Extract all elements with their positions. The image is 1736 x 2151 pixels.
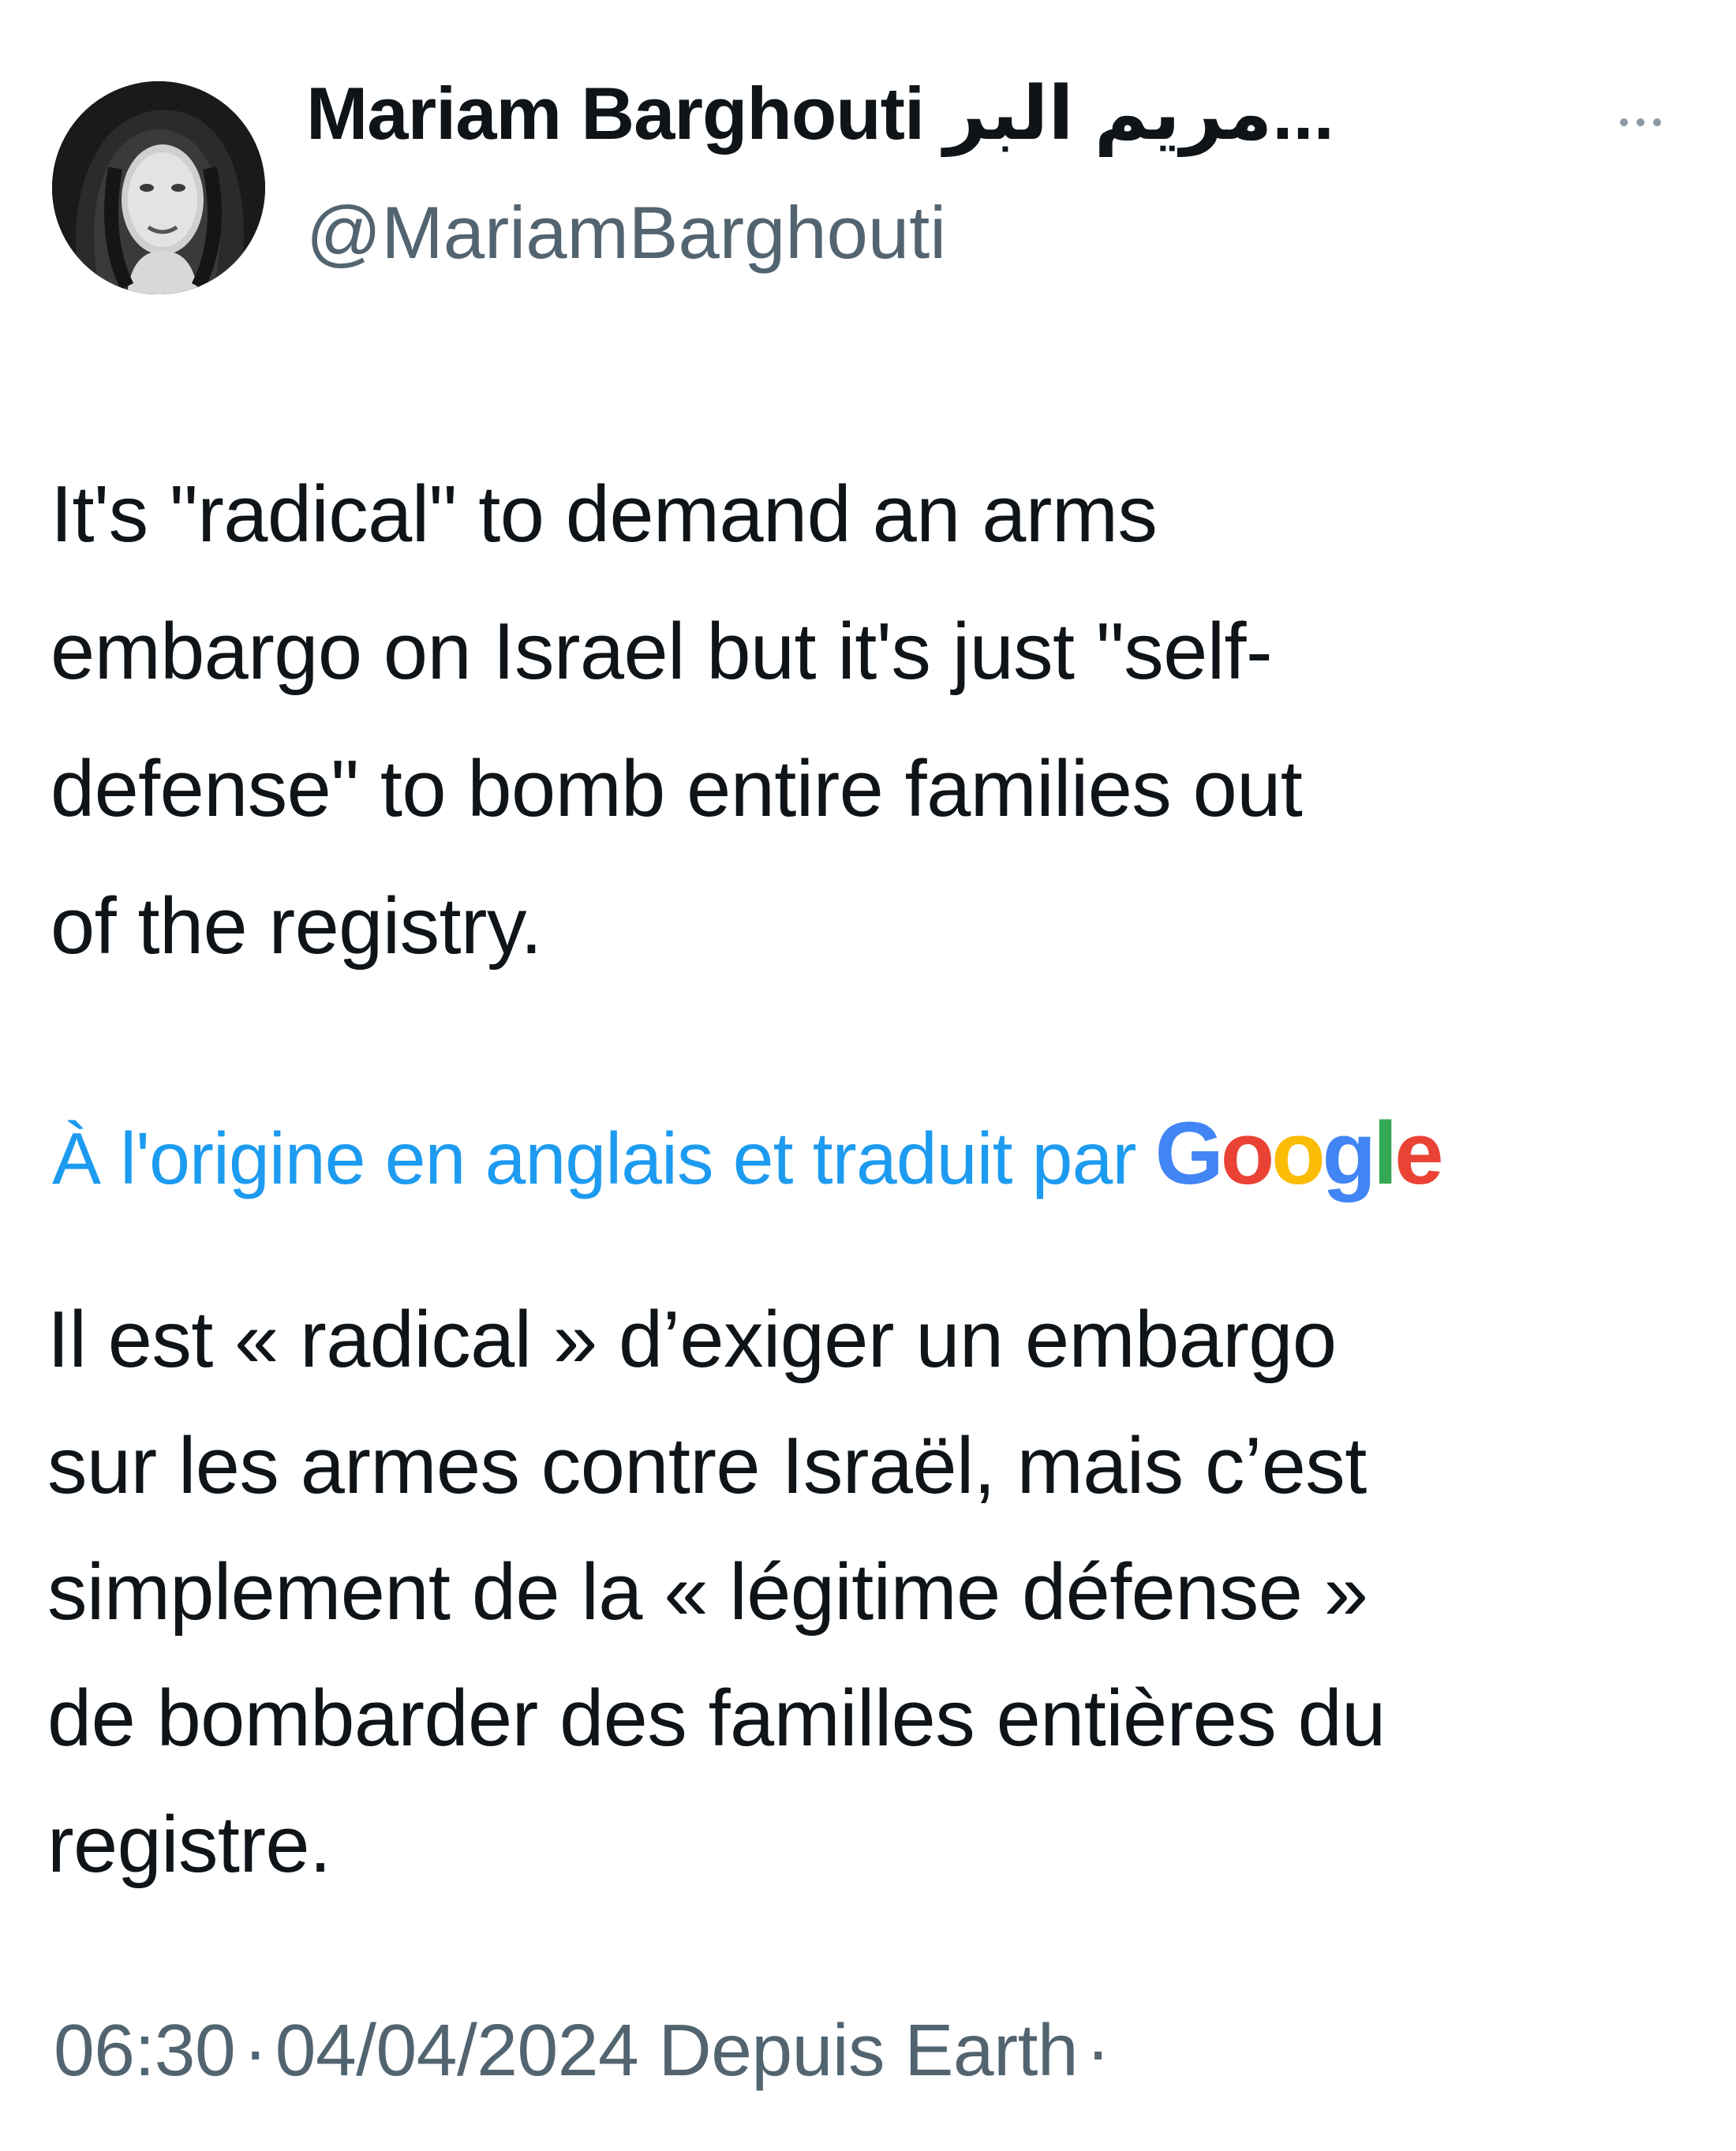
translated-text-line: registre. xyxy=(47,1801,331,1889)
translation-label[interactable]: À l'origine en anglais et traduit par xyxy=(52,1117,1136,1201)
translated-text-line: Il est « radical » d’exiger un embargo xyxy=(47,1296,1337,1384)
display-name[interactable]: Mariam Barghouti مريم البر... xyxy=(306,73,1335,155)
more-options-button[interactable] xyxy=(1605,99,1676,146)
translation-notice: À l'origine en anglais et traduit par Go… xyxy=(52,1103,1444,1214)
google-logo-letter: l xyxy=(1373,1104,1397,1203)
tweet: Mariam Barghouti مريم البر... @MariamBar… xyxy=(0,0,1736,2151)
meta-separator: · xyxy=(1086,2009,1110,2091)
tweet-source: Depuis Earth xyxy=(658,2009,1079,2091)
tweet-text-line: embargo on Israel but it's just "self- xyxy=(51,608,1273,696)
tweet-text-line: It's "radical" to demand an arms xyxy=(51,470,1158,559)
avatar[interactable] xyxy=(52,81,265,294)
handle[interactable]: @MariamBarghouti xyxy=(306,192,946,274)
more-horizontal-icon xyxy=(1620,118,1661,126)
translated-text-line: de bombarder des familles entières du xyxy=(47,1674,1386,1763)
meta-separator: · xyxy=(243,2009,268,2091)
avatar-photo xyxy=(52,81,265,294)
tweet-meta: 06:30 · 04/04/2024 Depuis Earth · xyxy=(54,2008,1118,2093)
tweet-text-line: defense" to bomb entire families out xyxy=(51,745,1303,833)
translated-text-line: sur les armes contre Israël, mais c’est xyxy=(47,1422,1367,1510)
google-logo: Google xyxy=(1155,1109,1444,1198)
google-logo-letter: o xyxy=(1220,1104,1274,1203)
google-logo-letter: o xyxy=(1271,1104,1325,1203)
google-logo-letter: e xyxy=(1394,1104,1443,1203)
translated-text-line: simplement de la « légitime défense » xyxy=(47,1548,1368,1637)
tweet-date[interactable]: 04/04/2024 xyxy=(275,2009,639,2091)
tweet-time[interactable]: 06:30 xyxy=(54,2009,236,2091)
tweet-text: It's "radical" to demand an arms embargo… xyxy=(51,446,1692,995)
tweet-text-line: of the registry. xyxy=(51,882,542,971)
translated-text: Il est « radical » d’exiger un embargo s… xyxy=(47,1277,1704,1908)
google-logo-letter: g xyxy=(1322,1104,1376,1203)
google-logo-letter: G xyxy=(1154,1104,1224,1203)
